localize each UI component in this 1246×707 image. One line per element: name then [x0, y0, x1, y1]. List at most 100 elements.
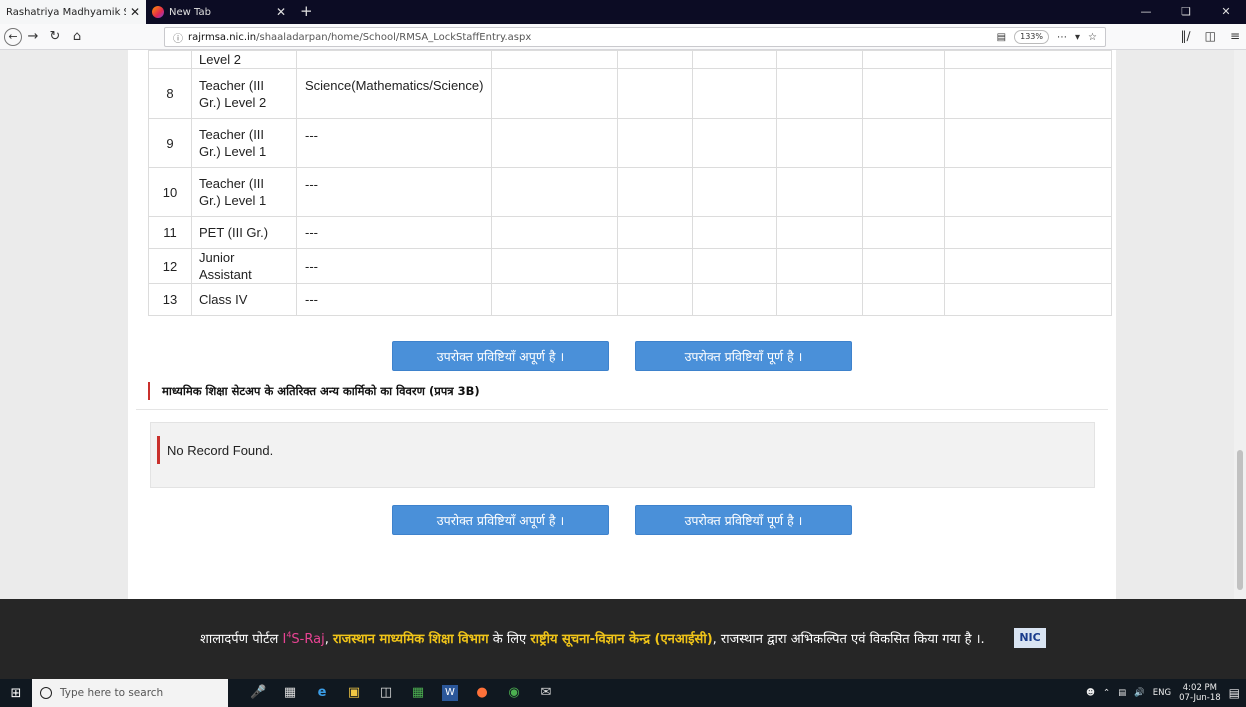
info-icon[interactable]: ⓘ: [173, 30, 183, 45]
firefox-taskbar-icon[interactable]: ●: [474, 685, 490, 701]
page-scrollbar[interactable]: [1234, 50, 1246, 599]
table-cell: [491, 68, 619, 119]
windows-start-icon[interactable]: ⊞: [0, 686, 32, 701]
reload-icon[interactable]: ↻: [44, 29, 66, 44]
table-cell: [617, 118, 694, 168]
new-tab-button[interactable]: +: [292, 0, 321, 24]
notifications-icon[interactable]: ▤: [1229, 686, 1240, 700]
table-cell: [862, 216, 946, 249]
table-cell: [944, 216, 1113, 249]
url-host: rajrmsa.nic.in: [188, 31, 257, 43]
store-icon[interactable]: ◫: [378, 685, 394, 701]
close-tab-icon[interactable]: ✕: [276, 5, 286, 19]
clock[interactable]: 4:02 PM 07-Jun-18: [1179, 683, 1221, 703]
sno-cell: 12: [148, 248, 192, 284]
page-actions-icon[interactable]: ⋯: [1057, 32, 1067, 43]
no-record-panel: No Record Found.: [150, 422, 1095, 488]
entries-complete-button[interactable]: उपरोक्त प्रविष्टियाँ पूर्ण है ।: [635, 341, 852, 371]
subject-cell: Science(Mathematics/Science): [295, 68, 493, 119]
taskbar-apps: 🎤 ▦ e ▣ ◫ ▦ W ● ◉ ✉: [250, 685, 554, 701]
forward-icon[interactable]: →: [22, 29, 44, 44]
url-actions: ▤ 133% ⋯ ▾ ☆: [997, 30, 1097, 44]
table-cell: [944, 50, 1113, 69]
scrollbar-thumb[interactable]: [1237, 450, 1243, 590]
mail-icon[interactable]: ✉: [538, 685, 554, 701]
table-cell: [862, 118, 946, 168]
table-row: 10 Teacher (III Gr.) Level 1 ---: [148, 167, 1113, 217]
people-icon[interactable]: ☻: [1086, 688, 1095, 698]
table-row: Level 2: [148, 50, 1113, 69]
volume-icon[interactable]: 🔊: [1134, 688, 1145, 698]
table-cell: [862, 50, 946, 69]
tab-rmsa[interactable]: Rashatriya Madhyamik Shiksha Abhi ✕: [0, 0, 146, 24]
search-placeholder: Type here to search: [60, 687, 164, 699]
home-icon[interactable]: ⌂: [66, 29, 88, 44]
table-cell: [944, 283, 1113, 316]
reader-view-icon[interactable]: ▤: [997, 32, 1006, 43]
table-cell: [776, 216, 864, 249]
table-cell: [944, 118, 1113, 168]
taskbar-search[interactable]: Type here to search: [32, 679, 228, 707]
language-indicator[interactable]: ENG: [1153, 688, 1171, 698]
post-cell: Level 2: [191, 50, 297, 69]
photos-icon[interactable]: ▦: [410, 685, 426, 701]
footer-credit: शालादर्पण पोर्टल I4S-Raj, राजस्थान माध्य…: [200, 629, 985, 647]
microphone-icon[interactable]: 🎤: [250, 685, 266, 701]
table-cell: [491, 283, 619, 316]
word-icon[interactable]: W: [442, 685, 458, 701]
edge-icon[interactable]: e: [314, 685, 330, 701]
department-link[interactable]: राजस्थान माध्यमिक शिक्षा विभाग: [333, 632, 489, 647]
table-cell: [862, 167, 946, 217]
table-cell: [491, 50, 619, 69]
address-bar[interactable]: ⓘ rajrmsa.nic.in /shaaladarpan/home/Scho…: [164, 27, 1106, 47]
table-cell: [692, 248, 778, 284]
back-icon[interactable]: ←: [4, 27, 22, 46]
subject-cell: ---: [295, 283, 493, 316]
system-tray: ☻ ⌃ ▤ 🔊 ENG 4:02 PM 07-Jun-18 ▤: [1086, 679, 1240, 707]
table-row: 12 Junior Assistant ---: [148, 248, 1113, 284]
entries-complete-button[interactable]: उपरोक्त प्रविष्टियाँ पूर्ण है ।: [635, 505, 852, 535]
table-cell: [617, 167, 694, 217]
table-cell: [617, 216, 694, 249]
table-cell: [617, 283, 694, 316]
entries-incomplete-button[interactable]: उपरोक्त प्रविष्टियाँ अपूर्ण है ।: [392, 341, 609, 371]
table-cell: [692, 216, 778, 249]
section-heading: माध्यमिक शिक्षा सेटअप के अतिरिक्त अन्य क…: [148, 382, 480, 400]
library-icon[interactable]: ‖∕: [1181, 29, 1191, 43]
entries-incomplete-button[interactable]: उपरोक्त प्रविष्टियाँ अपूर्ण है ।: [392, 505, 609, 535]
zoom-indicator[interactable]: 133%: [1014, 30, 1049, 44]
navigation-bar: ← → ↻ ⌂ ⓘ rajrmsa.nic.in /shaaladarpan/h…: [0, 24, 1246, 50]
firefox-icon: [152, 6, 164, 18]
post-cell: Teacher (III Gr.) Level 1: [191, 118, 297, 168]
file-explorer-icon[interactable]: ▣: [346, 685, 362, 701]
tab-new-tab[interactable]: New Tab ✕: [146, 0, 292, 24]
portal-brand[interactable]: I4S-Raj: [282, 631, 324, 647]
toolbar-right: ‖∕ ◫ ≡: [1181, 29, 1240, 43]
tray-chevron-icon[interactable]: ⌃: [1103, 688, 1110, 698]
clock-date: 07-Jun-18: [1179, 693, 1221, 703]
network-icon[interactable]: ▤: [1118, 688, 1126, 698]
table-row: 8 Teacher (III Gr.) Level 2 Science(Math…: [148, 68, 1113, 119]
close-tab-icon[interactable]: ✕: [130, 5, 140, 19]
sno-cell: 11: [148, 216, 192, 249]
content-panel: Level 2 8 Teacher (III Gr.) Level 2 Scie…: [128, 50, 1116, 599]
close-window-icon[interactable]: ✕: [1206, 0, 1246, 24]
bookmark-star-icon[interactable]: ☆: [1088, 32, 1097, 43]
table-cell: [617, 248, 694, 284]
pocket-icon[interactable]: ▾: [1075, 32, 1080, 43]
chrome-icon[interactable]: ◉: [506, 685, 522, 701]
site-footer: शालादर्पण पोर्टल I4S-Raj, राजस्थान माध्य…: [0, 599, 1246, 679]
menu-icon[interactable]: ≡: [1230, 29, 1240, 43]
subject-cell: ---: [295, 118, 493, 168]
tab-title: New Tab: [169, 6, 211, 18]
restore-icon[interactable]: ❏: [1166, 0, 1206, 24]
no-record-text: No Record Found.: [167, 443, 274, 458]
table-cell: [692, 118, 778, 168]
nic-link[interactable]: राष्ट्रीय सूचना-विज्ञान केन्द्र (एनआईसी): [530, 632, 712, 647]
divider: [136, 409, 1108, 410]
sidebar-icon[interactable]: ◫: [1205, 29, 1216, 43]
task-view-icon[interactable]: ▦: [282, 685, 298, 701]
minimize-icon[interactable]: —: [1126, 0, 1166, 24]
footer-prefix: शालादर्पण पोर्टल: [200, 632, 283, 647]
table-cell: [692, 50, 778, 69]
